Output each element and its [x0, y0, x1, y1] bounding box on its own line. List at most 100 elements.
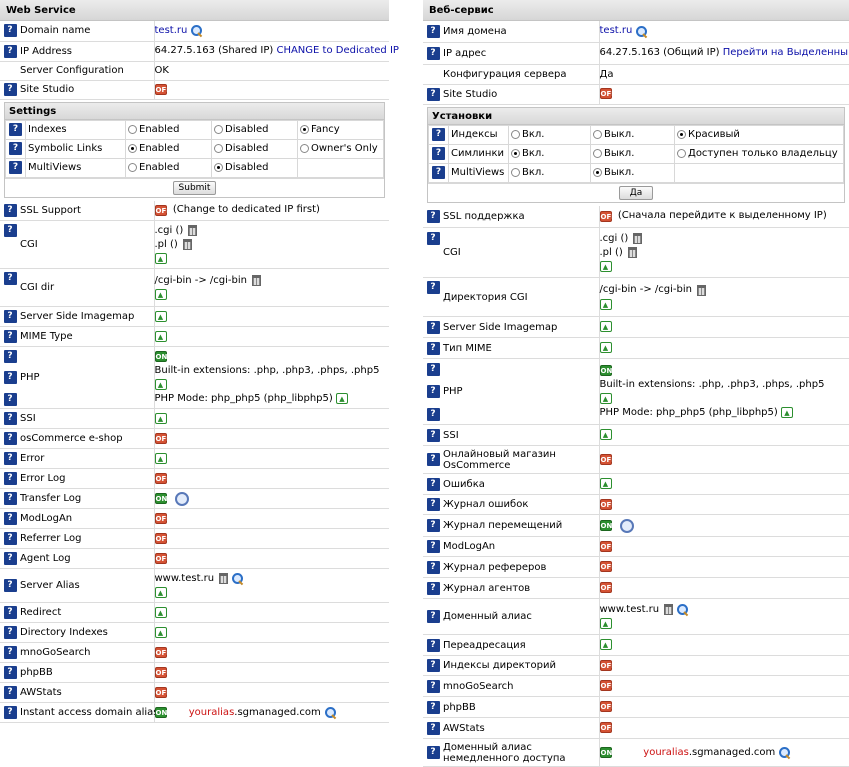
- off-toggle-icon[interactable]: OFF: [600, 701, 612, 712]
- help-icon[interactable]: ?: [427, 610, 440, 623]
- help-icon[interactable]: ?: [427, 47, 440, 60]
- add-icon[interactable]: ▲: [600, 618, 612, 629]
- help-icon[interactable]: ?: [4, 224, 17, 237]
- help-icon[interactable]: ?: [4, 666, 17, 679]
- add-icon[interactable]: ▲: [600, 342, 612, 353]
- domain-link[interactable]: test.ru: [600, 24, 633, 38]
- help-icon[interactable]: ?: [427, 701, 440, 714]
- help-icon[interactable]: ?: [427, 385, 440, 398]
- off-toggle-icon[interactable]: OFF: [600, 660, 612, 671]
- help-icon[interactable]: ?: [9, 161, 22, 174]
- help-icon[interactable]: ?: [427, 342, 440, 355]
- trash-icon[interactable]: [188, 225, 197, 236]
- view-log-icon[interactable]: [175, 492, 189, 506]
- help-icon[interactable]: ?: [4, 83, 17, 96]
- trash-icon[interactable]: [664, 604, 673, 615]
- trash-icon[interactable]: [633, 233, 642, 244]
- off-toggle-icon[interactable]: OFF: [600, 680, 612, 691]
- symlinks-enabled-radio[interactable]: Enabled: [126, 139, 212, 158]
- search-icon[interactable]: [677, 604, 688, 615]
- submit-button[interactable]: Да: [619, 186, 654, 200]
- off-toggle-icon[interactable]: OFF: [155, 533, 167, 544]
- view-log-icon[interactable]: [620, 519, 634, 533]
- help-icon[interactable]: ?: [427, 210, 440, 223]
- off-toggle-icon[interactable]: OFF: [155, 205, 167, 216]
- help-icon[interactable]: ?: [427, 582, 440, 595]
- help-icon[interactable]: ?: [427, 478, 440, 491]
- help-icon[interactable]: ?: [427, 680, 440, 693]
- help-icon[interactable]: ?: [432, 128, 445, 141]
- add-icon[interactable]: ▲: [155, 413, 167, 424]
- help-icon[interactable]: ?: [427, 232, 440, 245]
- help-icon[interactable]: ?: [427, 429, 440, 442]
- help-icon[interactable]: ?: [4, 646, 17, 659]
- add-icon[interactable]: ▲: [155, 607, 167, 618]
- off-toggle-icon[interactable]: OFF: [600, 211, 612, 222]
- add-icon[interactable]: ▲: [600, 321, 612, 332]
- help-icon[interactable]: ?: [427, 498, 440, 511]
- add-icon[interactable]: ▲: [600, 393, 612, 404]
- help-icon[interactable]: ?: [4, 393, 17, 406]
- help-icon[interactable]: ?: [9, 123, 22, 136]
- help-icon[interactable]: ?: [4, 45, 17, 58]
- help-icon[interactable]: ?: [427, 321, 440, 334]
- search-icon[interactable]: [325, 707, 336, 718]
- help-icon[interactable]: ?: [4, 512, 17, 525]
- add-icon[interactable]: ▲: [155, 311, 167, 322]
- submit-button[interactable]: Submit: [173, 181, 217, 195]
- help-icon[interactable]: ?: [427, 540, 440, 553]
- help-icon[interactable]: ?: [4, 532, 17, 545]
- multiviews-disabled-radio[interactable]: Выкл.: [591, 163, 675, 182]
- change-ip-link[interactable]: Перейти на Выделенный IP: [723, 46, 849, 60]
- help-icon[interactable]: ?: [427, 746, 440, 759]
- off-toggle-icon[interactable]: OFF: [155, 687, 167, 698]
- help-icon[interactable]: ?: [4, 272, 17, 285]
- help-icon[interactable]: ?: [4, 492, 17, 505]
- trash-icon[interactable]: [697, 285, 706, 296]
- help-icon[interactable]: ?: [4, 552, 17, 565]
- help-icon[interactable]: ?: [4, 310, 17, 323]
- add-icon[interactable]: ▲: [155, 253, 167, 264]
- add-icon[interactable]: ▲: [155, 587, 167, 598]
- change-ip-link[interactable]: CHANGE to Dedicated IP: [276, 44, 398, 58]
- help-icon[interactable]: ?: [4, 24, 17, 37]
- symlinks-owners-only-radio[interactable]: Доступен только владельцу: [675, 144, 844, 163]
- symlinks-enabled-radio[interactable]: Вкл.: [509, 144, 591, 163]
- add-icon[interactable]: ▲: [600, 299, 612, 310]
- help-icon[interactable]: ?: [432, 166, 445, 179]
- help-icon[interactable]: ?: [427, 722, 440, 735]
- off-toggle-icon[interactable]: OFF: [155, 473, 167, 484]
- on-toggle-icon[interactable]: ON: [600, 520, 612, 531]
- domain-link[interactable]: test.ru: [155, 24, 188, 38]
- on-toggle-icon[interactable]: ON: [155, 351, 167, 362]
- search-icon[interactable]: [232, 573, 243, 584]
- help-icon[interactable]: ?: [427, 363, 440, 376]
- add-icon[interactable]: ▲: [155, 453, 167, 464]
- help-icon[interactable]: ?: [427, 25, 440, 38]
- help-icon[interactable]: ?: [4, 472, 17, 485]
- help-icon[interactable]: ?: [4, 350, 17, 363]
- help-icon[interactable]: ?: [427, 639, 440, 652]
- multiviews-enabled-radio[interactable]: Enabled: [126, 158, 212, 177]
- search-icon[interactable]: [191, 25, 202, 36]
- on-toggle-icon[interactable]: ON: [155, 707, 167, 718]
- add-icon[interactable]: ▲: [600, 639, 612, 650]
- multiviews-disabled-radio[interactable]: Disabled: [212, 158, 298, 177]
- search-icon[interactable]: [636, 26, 647, 37]
- indexes-fancy-radio[interactable]: Красивый: [675, 125, 844, 144]
- help-icon[interactable]: ?: [4, 452, 17, 465]
- help-icon[interactable]: ?: [427, 561, 440, 574]
- off-toggle-icon[interactable]: OFF: [600, 582, 612, 593]
- help-icon[interactable]: ?: [427, 88, 440, 101]
- help-icon[interactable]: ?: [4, 606, 17, 619]
- help-icon[interactable]: ?: [4, 330, 17, 343]
- edit-icon[interactable]: ▲: [336, 393, 348, 404]
- help-icon[interactable]: ?: [4, 412, 17, 425]
- add-icon[interactable]: ▲: [155, 289, 167, 300]
- off-toggle-icon[interactable]: OFF: [155, 513, 167, 524]
- multiviews-enabled-radio[interactable]: Вкл.: [509, 163, 591, 182]
- indexes-enabled-radio[interactable]: Вкл.: [509, 125, 591, 144]
- on-toggle-icon[interactable]: ON: [155, 493, 167, 504]
- help-icon[interactable]: ?: [432, 147, 445, 160]
- help-icon[interactable]: ?: [427, 659, 440, 672]
